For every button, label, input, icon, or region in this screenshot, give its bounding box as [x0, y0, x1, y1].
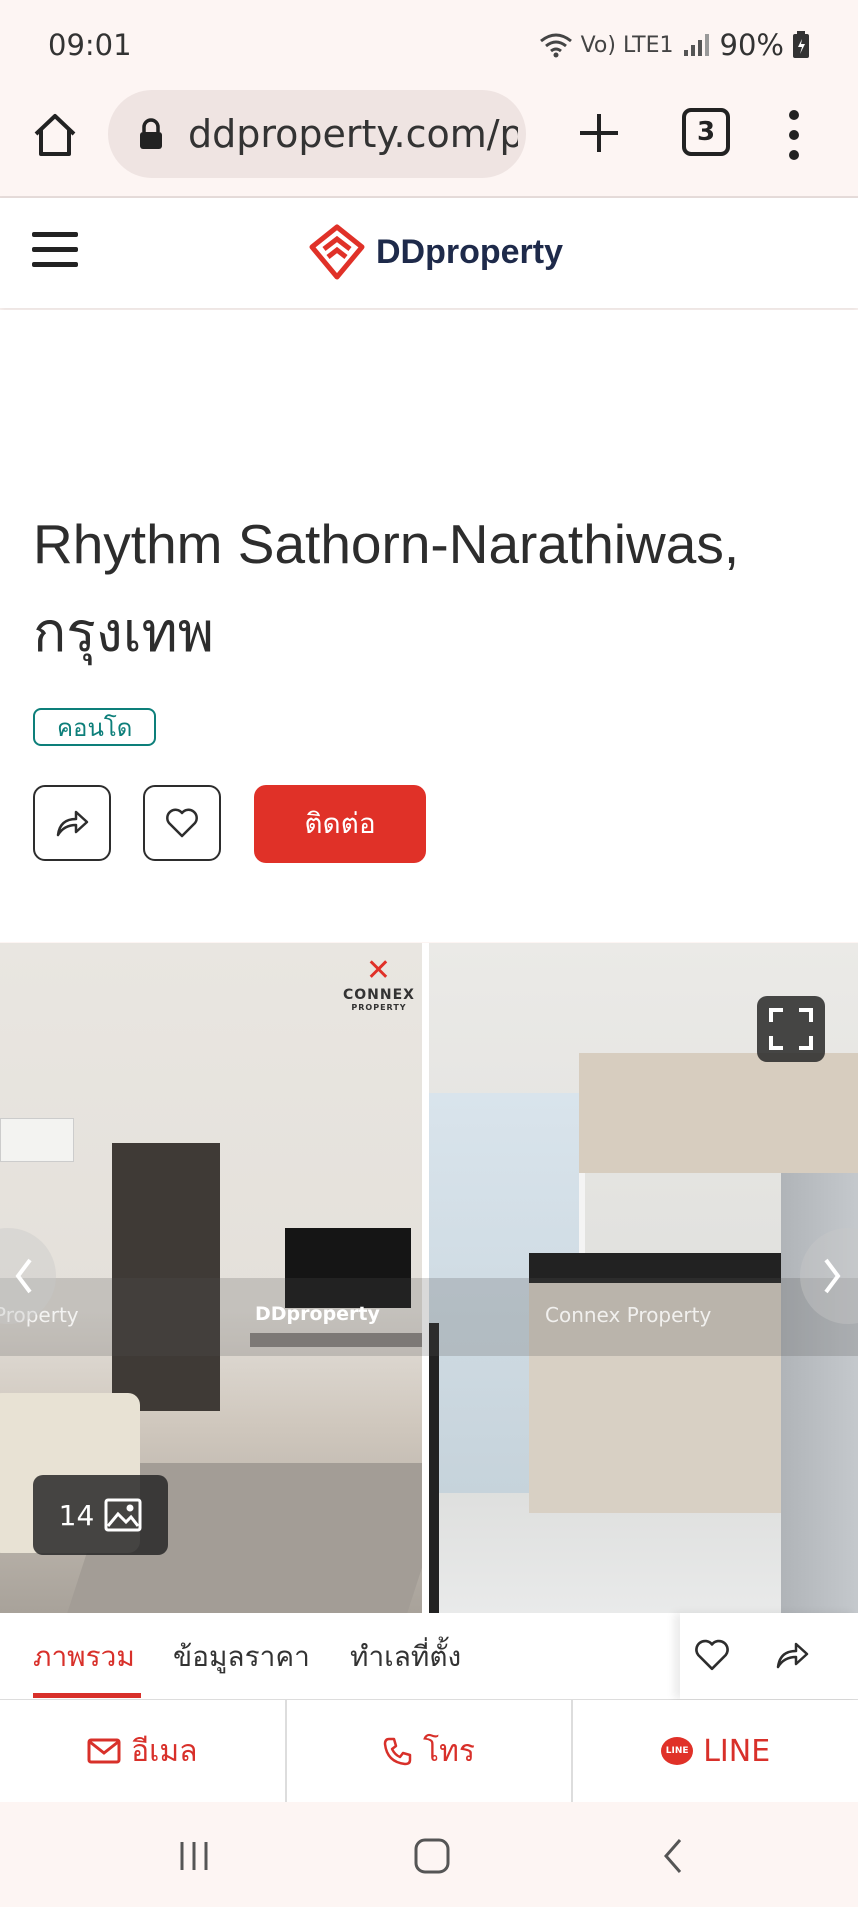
- favorite-button[interactable]: [143, 785, 221, 861]
- battery-percent: 90%: [719, 28, 784, 62]
- tab-price-info[interactable]: ข้อมูลราคา: [173, 1635, 310, 1679]
- line-icon: LINE: [661, 1737, 694, 1765]
- lock-icon: [140, 118, 162, 149]
- wifi-icon: [539, 33, 572, 58]
- photo-count: 14: [58, 1498, 95, 1532]
- battery-icon: [793, 31, 809, 58]
- line-label: LINE: [703, 1733, 771, 1769]
- photo-count-badge[interactable]: 14: [33, 1475, 168, 1555]
- more-menu-icon[interactable]: [782, 108, 806, 162]
- active-tab-indicator: [33, 1693, 141, 1698]
- gallery-next-button[interactable]: [800, 1228, 858, 1324]
- watermark-band: [0, 1278, 858, 1356]
- status-time: 09:01: [48, 28, 132, 62]
- share-icon[interactable]: [774, 1639, 810, 1671]
- contact-action-bar: อีเมล โทร LINE LINE: [0, 1700, 858, 1802]
- share-icon: [56, 810, 89, 837]
- back-icon[interactable]: [658, 1836, 688, 1876]
- air-conditioner: [0, 1118, 74, 1162]
- signal-icon: [683, 34, 709, 56]
- recent-apps-icon[interactable]: [176, 1838, 212, 1874]
- system-nav-bar: [0, 1802, 858, 1907]
- call-label: โทร: [423, 1733, 476, 1769]
- listing-title: Rhythm Sathorn-Narathiwas, กรุงเทพ: [33, 513, 740, 663]
- heart-icon: [166, 808, 198, 838]
- tab-overview[interactable]: ภาพรวม: [33, 1635, 135, 1679]
- logo-text: DDproperty: [376, 232, 564, 271]
- url-bar[interactable]: ddproperty.com/pr: [108, 90, 526, 178]
- connex-logo: ✕ CONNEX PROPERTY: [343, 953, 415, 1013]
- chevron-right-icon: [824, 1258, 841, 1294]
- table: [429, 1323, 519, 1613]
- phone-icon: [383, 1737, 412, 1766]
- home-icon[interactable]: [30, 110, 80, 160]
- wall-cabinet: [579, 1053, 858, 1173]
- gallery-prev-button[interactable]: [0, 1228, 56, 1324]
- browser-toolbar: ddproperty.com/pr 3: [0, 90, 858, 198]
- heart-icon[interactable]: [694, 1639, 730, 1671]
- share-button[interactable]: [33, 785, 111, 861]
- hamburger-menu-icon[interactable]: [32, 232, 78, 270]
- photo-gallery[interactable]: ✕ CONNEX PROPERTY Property DDproperty Co…: [0, 943, 858, 1613]
- tab-location[interactable]: ทำเลที่ตั้ง: [350, 1635, 461, 1679]
- expand-icon: [769, 1008, 813, 1050]
- watermark-connex: Connex Property: [545, 1303, 712, 1327]
- chevron-left-icon: [15, 1258, 32, 1294]
- ddproperty-logo-icon: [309, 224, 365, 280]
- image-icon: [104, 1498, 142, 1532]
- home-nav-icon[interactable]: [412, 1836, 452, 1876]
- tab-actions: [680, 1613, 858, 1699]
- status-bar: 09:01 Vo) LTE1 90%: [0, 0, 858, 90]
- url-text: ddproperty.com/pr: [188, 112, 518, 156]
- section-tabs: ภาพรวม ข้อมูลราคา ทำเลที่ตั้ง: [0, 1613, 858, 1701]
- email-button[interactable]: อีเมล: [0, 1700, 287, 1802]
- property-type-badge: คอนโด: [33, 708, 157, 746]
- envelope-icon: [87, 1738, 121, 1764]
- network-label: Vo) LTE1: [580, 32, 674, 58]
- tab-switcher-button[interactable]: 3: [682, 108, 730, 156]
- site-logo[interactable]: DDproperty: [306, 220, 563, 284]
- new-tab-icon[interactable]: [576, 110, 622, 156]
- line-button[interactable]: LINE LINE: [573, 1700, 858, 1802]
- status-right: Vo) LTE1 90%: [539, 28, 810, 62]
- listing-header: Rhythm Sathorn-Narathiwas, กรุงเทพ คอนโด…: [0, 310, 858, 942]
- email-label: อีเมล: [131, 1733, 198, 1769]
- fullscreen-button[interactable]: [757, 996, 825, 1062]
- watermark-ddproperty: DDproperty: [255, 1303, 380, 1325]
- door: [112, 1143, 220, 1411]
- call-button[interactable]: โทร: [287, 1700, 574, 1802]
- contact-button[interactable]: ติดต่อ: [254, 785, 426, 863]
- site-header: DDproperty: [0, 198, 858, 308]
